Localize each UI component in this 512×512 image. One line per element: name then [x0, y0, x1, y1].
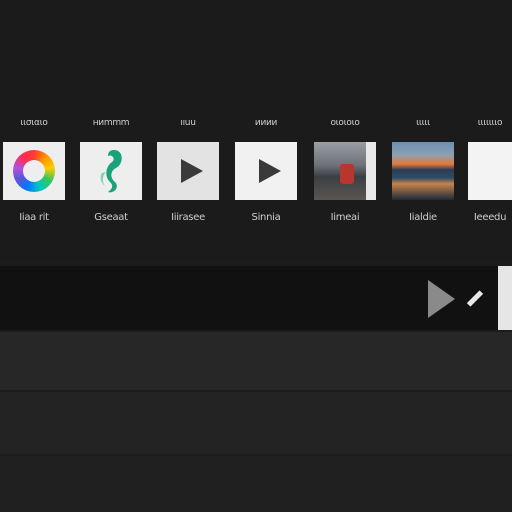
photo-edge [366, 142, 376, 200]
tile-header: οιοιοιο [330, 118, 360, 128]
empty-row [0, 332, 512, 390]
tile-header: ιιιιιιιο [477, 118, 503, 128]
media-gallery: ιισιαιο Iiaa rit ниmmm Gseaat ııuu Iiira… [0, 0, 512, 262]
play-icon [181, 159, 203, 183]
tile-header: ııuu [180, 118, 196, 128]
tile-label: Sinnia [251, 212, 281, 223]
tile-label: Ieeedu [473, 212, 507, 223]
tile-label: Iialdie [409, 212, 437, 223]
tile-header: ииии [254, 118, 278, 128]
tile-header: ниmmm [92, 118, 130, 128]
color-wheel-thumbnail[interactable] [3, 142, 65, 200]
photo-thumbnail[interactable] [314, 142, 376, 200]
tile-label: Iiaa rit [19, 212, 49, 223]
play-icon[interactable] [428, 280, 455, 318]
seahorse-thumbnail[interactable] [80, 142, 142, 200]
blank-thumbnail[interactable] [468, 142, 512, 200]
photo-icon [340, 164, 354, 184]
side-panel-handle[interactable] [498, 266, 512, 330]
tile-label: Iiirasee [171, 212, 205, 223]
tile-label: Gseaat [94, 212, 128, 223]
empty-row [0, 456, 512, 512]
video-thumbnail[interactable] [235, 142, 297, 200]
play-icon [259, 159, 281, 183]
empty-row [0, 392, 512, 454]
landscape-photo-thumbnail[interactable] [392, 142, 454, 200]
video-thumbnail[interactable] [157, 142, 219, 200]
tile-label: Iimeai [330, 212, 360, 223]
ring-hole [23, 160, 45, 182]
seahorse-icon [100, 150, 122, 193]
tile-header: ιισιαιο [20, 118, 48, 128]
tile-header: ιιιιι [416, 118, 430, 128]
